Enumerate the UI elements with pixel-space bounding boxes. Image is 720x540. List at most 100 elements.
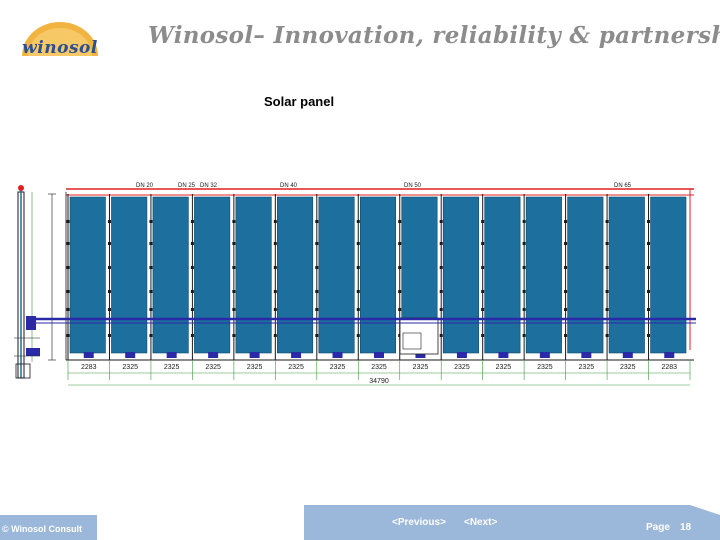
frame-bolt [66, 242, 70, 245]
frame-bolt [190, 290, 194, 293]
frame-bolt [564, 334, 568, 337]
solar-panel [277, 196, 314, 354]
panel-connector [332, 352, 343, 358]
panel-array [66, 194, 687, 360]
frame-bolt [522, 242, 526, 245]
panel-width-label: 2325 [620, 364, 636, 371]
frame-bolt [232, 308, 236, 311]
frame-bolt [149, 220, 153, 223]
frame-bolt [522, 266, 526, 269]
solar-panel [525, 196, 562, 354]
frame-bolt [107, 242, 111, 245]
solar-panel [484, 196, 521, 354]
panel-connector [125, 352, 136, 358]
frame-bolt [273, 308, 277, 311]
frame-bolt [481, 266, 485, 269]
frame-bolt [481, 334, 485, 337]
frame-bolt [190, 220, 194, 223]
frame-bolt [605, 334, 609, 337]
frame-bolt [107, 308, 111, 311]
solar-panel [69, 196, 106, 354]
header-tagline: Winosol– Innovation, reliability & partn… [148, 22, 720, 49]
frame-bolt [315, 308, 319, 311]
frame-bolt [647, 220, 651, 223]
panel-connector [622, 352, 633, 358]
frame-bolt [190, 334, 194, 337]
panel-connector [291, 352, 302, 358]
copyright-text: © Winosol Consult [2, 524, 83, 534]
frame-bolt [481, 308, 485, 311]
panel-width-label: 2325 [288, 364, 304, 371]
previous-link[interactable]: <Previous> [392, 517, 446, 528]
panel-width-label: 2325 [205, 364, 221, 371]
frame-bolt [273, 290, 277, 293]
panel-connector [664, 352, 675, 358]
panel-connector [249, 352, 260, 358]
pipe-size-label: DN 50 [404, 183, 422, 189]
panel-width-label: 2325 [454, 364, 470, 371]
logo-text: winosol [22, 38, 98, 58]
frame-bolt [273, 220, 277, 223]
frame-bolt [149, 290, 153, 293]
frame-bolt [522, 308, 526, 311]
frame-bolt [107, 266, 111, 269]
frame-bolt [481, 242, 485, 245]
frame-bolt [439, 308, 443, 311]
frame-bolt [647, 290, 651, 293]
frame-bolt [190, 308, 194, 311]
frame-bolt [107, 334, 111, 337]
slide-title: Solar panel [264, 94, 335, 109]
frame-bolt [398, 242, 402, 245]
frame-bolt [315, 290, 319, 293]
solar-panel [608, 196, 645, 354]
frame-bolt [439, 220, 443, 223]
panel-connector [498, 352, 509, 358]
frame-bolt [66, 266, 70, 269]
frame-bolt [232, 334, 236, 337]
frame-bolt [605, 308, 609, 311]
frame-bolt [564, 266, 568, 269]
frame-bolt [149, 334, 153, 337]
solar-panel [235, 196, 272, 354]
frame-bolt [66, 334, 70, 337]
frame-bolt [356, 334, 360, 337]
solar-panel [152, 196, 189, 354]
frame-bolt [481, 290, 485, 293]
frame-bolt [356, 308, 360, 311]
side-elevation [14, 185, 56, 379]
next-link[interactable]: <Next> [464, 517, 497, 528]
page-label: Page [646, 522, 670, 533]
pipe-size-label: DN 65 [614, 183, 632, 189]
pipe-size-labels: DN 20 DN 25 DN 32 DN 40 DN 50 DN 65 [136, 183, 632, 189]
frame-bolt [439, 242, 443, 245]
dimension-chain: 2283 2325 2325 2325 2325 2325 2325 2325 2325 2325… [67, 360, 691, 386]
panel-width-label: 2325 [122, 364, 138, 371]
frame-bolt [605, 266, 609, 269]
panel-width-label: 2325 [537, 364, 553, 371]
frame-bolt [647, 266, 651, 269]
panel-connector [166, 352, 177, 358]
frame-bolt [356, 242, 360, 245]
frame-bolt [107, 290, 111, 293]
total-width-label: 34790 [369, 378, 389, 385]
panel-width-label: 2283 [661, 364, 677, 371]
solar-panel-drawing: DN 20 DN 25 DN 32 DN 40 DN 50 DN 65 2283 2325 2… [14, 183, 696, 386]
solar-panel [359, 196, 397, 354]
panel-connector [539, 352, 550, 358]
frame-bolt [647, 334, 651, 337]
frame-bolt [232, 290, 236, 293]
frame-bolt [273, 334, 277, 337]
frame-bolt [315, 334, 319, 337]
solar-panel [318, 196, 355, 354]
frame-bolt [356, 290, 360, 293]
frame-bolt [481, 220, 485, 223]
frame-bolt [605, 220, 609, 223]
panel-width-label: 2325 [164, 364, 180, 371]
frame-bolt [398, 290, 402, 293]
frame-bolt [190, 242, 194, 245]
pipe-size-label: DN 40 [280, 183, 298, 189]
panel-connector [83, 352, 94, 358]
panel-connector [456, 352, 467, 358]
frame-bolt [149, 242, 153, 245]
frame-bolt [66, 308, 70, 311]
